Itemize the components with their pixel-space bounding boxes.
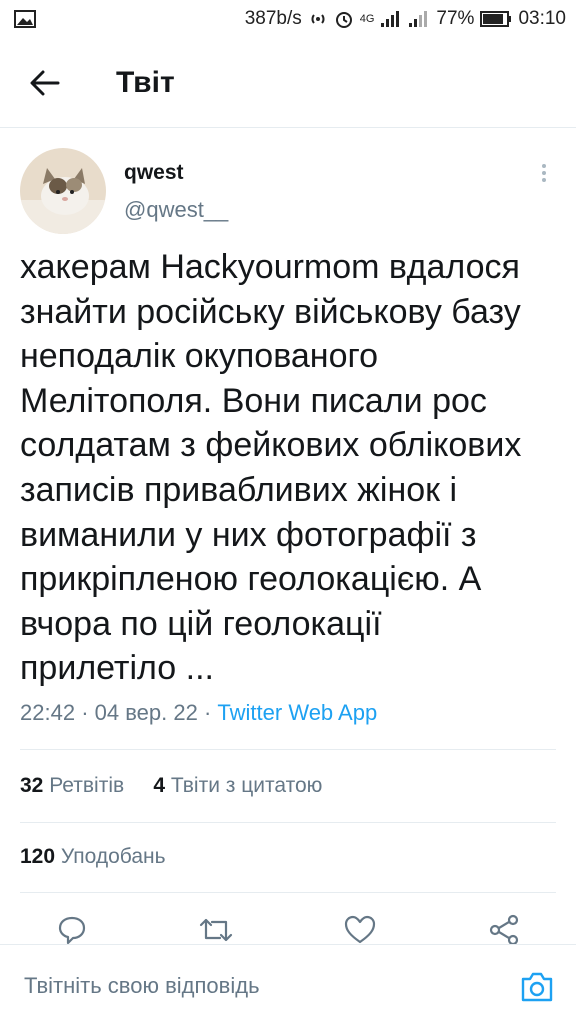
divider	[20, 892, 556, 893]
clock: 03:10	[518, 8, 566, 29]
meta-separator: ·	[81, 700, 89, 725]
network-speed: 387b/s	[244, 8, 302, 29]
reply-composer: Твітніть свою відповідь	[0, 944, 576, 1024]
tweet-source-link[interactable]: Twitter Web App	[217, 700, 377, 725]
reply-input[interactable]: Твітніть свою відповідь	[24, 973, 260, 999]
camera-button[interactable]	[519, 969, 555, 1005]
signal-icon	[381, 11, 400, 27]
divider	[20, 749, 556, 750]
retweet-icon	[199, 918, 233, 942]
back-button[interactable]	[21, 59, 69, 107]
retweet-stats: 32 Ретвітів 4 Твіти з цитатою	[20, 774, 322, 798]
divider	[20, 822, 556, 823]
meta-separator: ·	[203, 700, 212, 725]
gallery-notification-icon	[14, 10, 36, 28]
tweet-author: qwest @qwest__	[0, 145, 576, 235]
network-type: 4G	[359, 13, 375, 25]
hotspot-icon	[311, 14, 325, 24]
retweets-count: 32	[20, 774, 44, 797]
likes-label: Уподобань	[60, 845, 166, 868]
arrow-left-icon	[30, 70, 60, 95]
likes-link[interactable]: 120 Уподобань	[20, 845, 166, 869]
like-icon	[344, 915, 376, 944]
signal-2-icon	[409, 11, 428, 27]
retweets-link[interactable]: 32 Ретвітів	[20, 774, 130, 797]
tweet-text: хакерам Hackyourmom вдалося знайти росій…	[20, 248, 522, 688]
tweet-time: 22:42	[20, 700, 76, 725]
alarm-icon	[335, 12, 352, 28]
battery-icon	[480, 11, 512, 27]
more-options-button[interactable]	[532, 161, 556, 185]
quotes-count: 4	[153, 774, 166, 797]
quotes-link[interactable]: 4 Твіти з цитатою	[153, 774, 322, 797]
author-handle[interactable]: @qwest__	[124, 197, 228, 223]
retweets-label: Ретвітів	[49, 774, 125, 797]
author-name[interactable]: qwest	[124, 161, 184, 185]
quotes-label: Твіти з цитатою	[170, 774, 323, 797]
share-icon	[489, 914, 519, 946]
avatar[interactable]	[20, 148, 106, 234]
page-title: Твіт	[116, 65, 175, 99]
cat-avatar-image	[20, 148, 106, 234]
kebab-menu-icon	[542, 164, 546, 182]
battery-percent: 77%	[436, 8, 475, 29]
tweet-meta: 22:42 · 04 вер. 22 · Twitter Web App	[20, 700, 377, 726]
reply-icon	[58, 916, 86, 945]
status-bar: 387b/s 4G 77% 03:10	[0, 0, 576, 38]
likes-count: 120	[20, 845, 56, 868]
top-app-bar: Твіт	[0, 38, 576, 128]
tweet-date: 04 вер. 22	[94, 700, 198, 725]
camera-icon	[521, 972, 553, 1002]
